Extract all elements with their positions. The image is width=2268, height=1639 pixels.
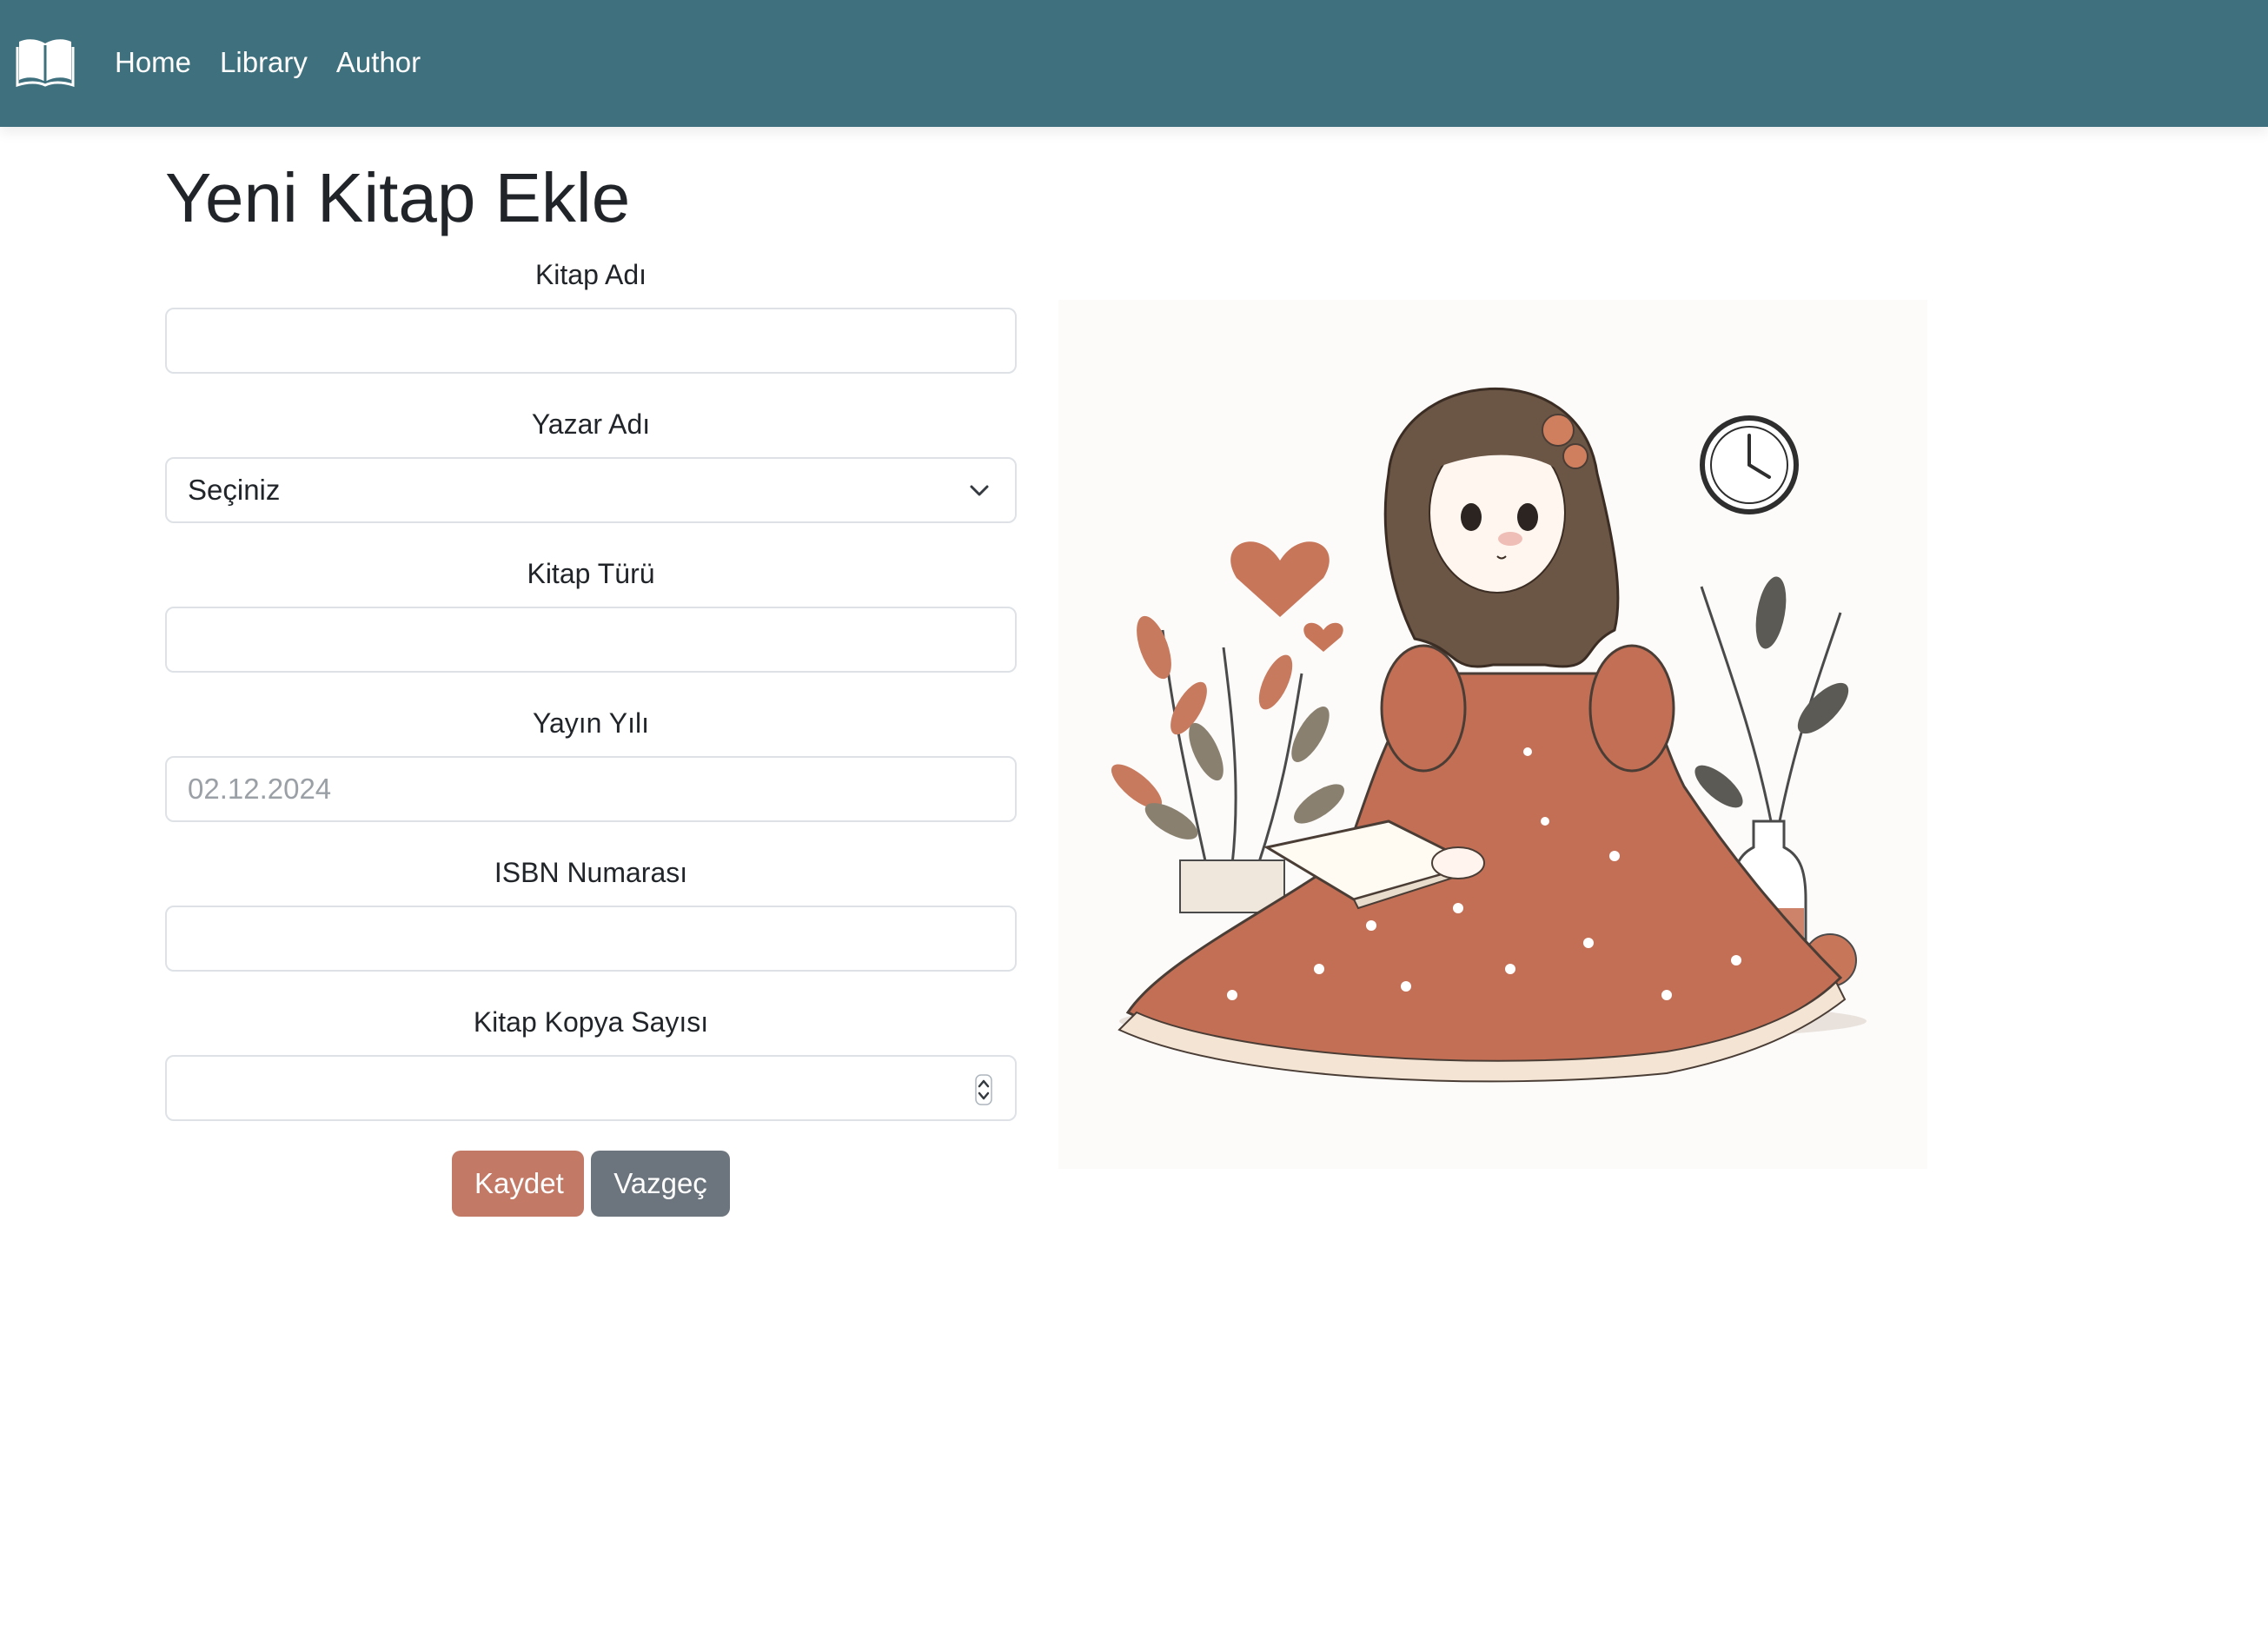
clock-icon: [1700, 415, 1799, 514]
nav-home-link[interactable]: Home: [115, 43, 191, 82]
copies-number-input[interactable]: [165, 1055, 1017, 1121]
isbn-label: ISBN Numarası: [494, 857, 688, 888]
isbn-input[interactable]: [165, 906, 1017, 972]
open-book-icon[interactable]: [16, 35, 75, 87]
cancel-button[interactable]: Vazgeç: [591, 1151, 730, 1217]
book-name-input[interactable]: [165, 308, 1017, 374]
form-buttons: Kaydet Vazgeç: [452, 1151, 730, 1217]
year-date-input[interactable]: 02.12.2024: [165, 756, 1017, 822]
save-button[interactable]: Kaydet: [452, 1151, 584, 1217]
author-label: Yazar Adı: [531, 408, 651, 440]
author-select-value: Seçiniz: [188, 474, 281, 506]
copies-label: Kitap Kopya Sayısı: [473, 1006, 709, 1038]
nav-author-link[interactable]: Author: [336, 43, 421, 82]
year-label: Yayın Yılı: [533, 707, 649, 739]
number-spinner-icon[interactable]: [975, 1074, 992, 1105]
nav-links: Home Library Author: [115, 43, 421, 82]
book-name-label: Kitap Adı: [534, 259, 647, 290]
genre-input[interactable]: [165, 607, 1017, 673]
girl-reading-book-illustration: [1058, 300, 1927, 1169]
author-select[interactable]: Seçiniz: [165, 457, 1017, 523]
page-title: Yeni Kitap Ekle: [165, 159, 631, 236]
nav-library-link[interactable]: Library: [220, 43, 308, 82]
chevron-down-icon: [970, 485, 989, 496]
navbar: Home Library Author: [0, 0, 2268, 127]
genre-label: Kitap Türü: [527, 558, 655, 589]
